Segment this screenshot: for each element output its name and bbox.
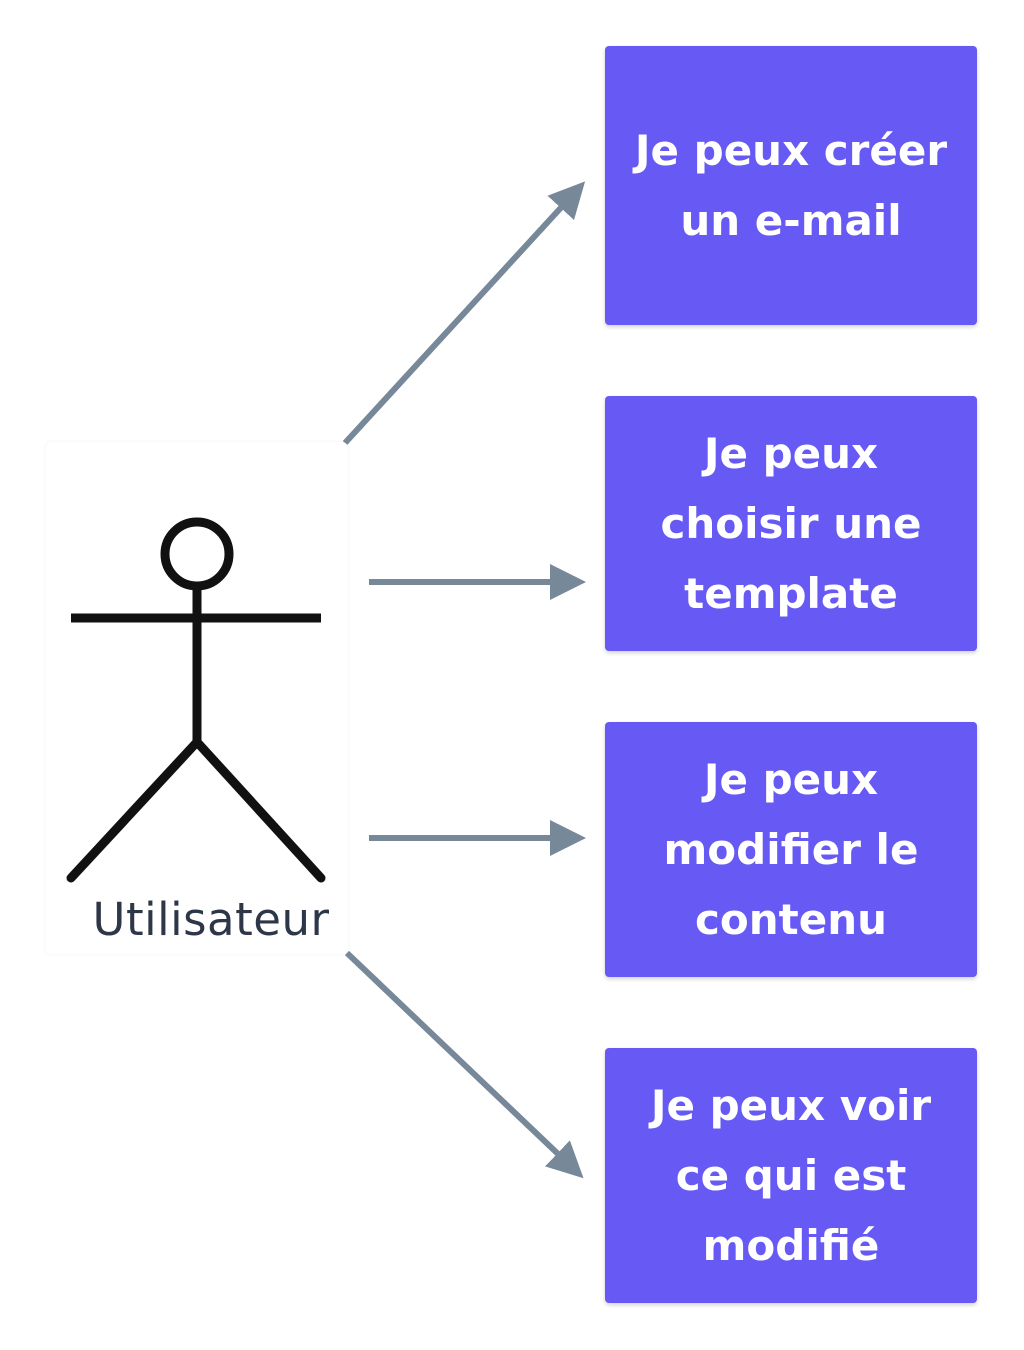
actor-label: Utilisateur [92, 893, 330, 946]
use-case-view-changes[interactable]: Je peux voir ce qui est modifié [605, 1048, 977, 1303]
use-case-label: Je peux voir ce qui est modifié [650, 1080, 932, 1270]
arrow-to-use-case-1 [342, 181, 586, 446]
use-case-label: Je peux choisir une template [660, 428, 922, 618]
stick-figure-icon [66, 517, 326, 883]
actor[interactable]: Utilisateur [46, 442, 348, 954]
use-case-label: Je peux créer un e-mail [634, 125, 948, 245]
use-case-choose-template[interactable]: Je peux choisir une template [605, 396, 977, 651]
use-case-create-email[interactable]: Je peux créer un e-mail [605, 46, 977, 325]
use-case-label: Je peux modifier le contenu [663, 754, 919, 944]
arrow-to-use-case-4 [344, 950, 584, 1179]
use-case-edit-content[interactable]: Je peux modifier le contenu [605, 722, 977, 977]
